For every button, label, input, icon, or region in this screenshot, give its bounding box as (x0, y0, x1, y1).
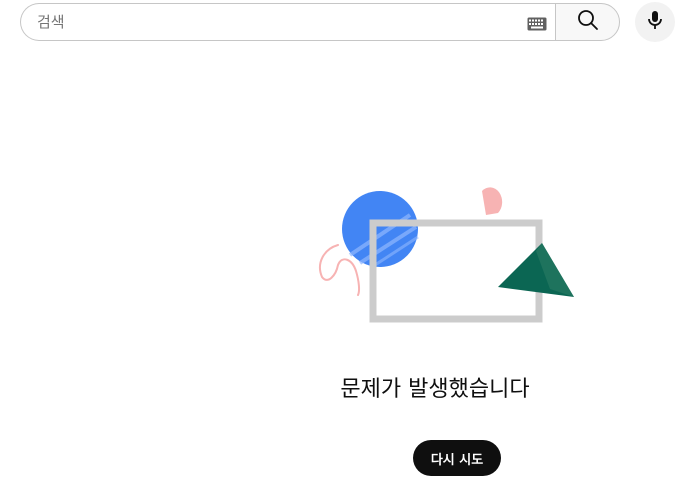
blue-circle-shape (342, 191, 418, 267)
search-input[interactable] (37, 4, 517, 40)
search-button[interactable] (555, 3, 620, 41)
retry-button[interactable]: 다시 시도 (413, 440, 501, 476)
pink-half-circle-shape (482, 187, 503, 215)
microphone-icon (643, 8, 667, 36)
page-root: 문제가 발생했습니다 다시 시도 (0, 0, 700, 500)
search-bar (20, 3, 555, 41)
error-message: 문제가 발생했습니다 (340, 377, 530, 402)
error-illustration (310, 185, 585, 330)
keyboard-icon[interactable] (527, 16, 547, 31)
voice-search-button[interactable] (635, 2, 675, 42)
search-icon (576, 8, 600, 36)
